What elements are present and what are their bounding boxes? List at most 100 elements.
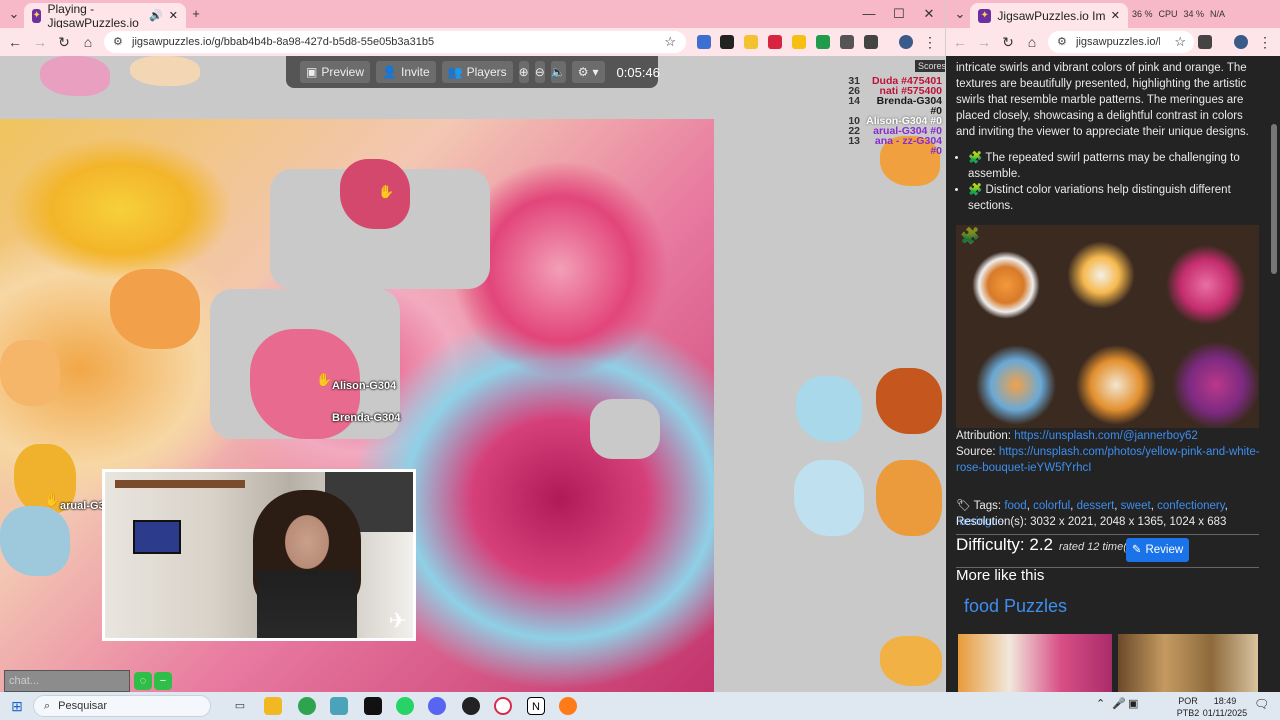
loose-piece[interactable] [796, 376, 862, 442]
source-link[interactable]: https://unsplash.com/photos/yellow-pink-… [956, 446, 1260, 474]
tab-close-icon[interactable]: ✕ [1111, 9, 1120, 22]
chat-input[interactable]: chat... [4, 670, 130, 692]
notion-icon[interactable]: N [527, 697, 545, 715]
file-explorer-icon[interactable] [264, 697, 282, 715]
extension-4-icon[interactable] [768, 35, 782, 49]
page-scrollbar[interactable] [1270, 60, 1278, 690]
discord-icon[interactable] [428, 697, 446, 715]
food-puzzles-link[interactable]: food Puzzles [964, 597, 1067, 615]
forward-arrow-icon[interactable]: → [32, 34, 48, 50]
taskbar-search[interactable]: ⌕ Pesquisar [33, 695, 211, 717]
extension-7-icon[interactable] [840, 35, 854, 49]
preview-button[interactable]: ▣ Preview [300, 61, 371, 83]
notifications-icon[interactable]: 🗨 [1254, 698, 1269, 710]
window-minimize-button[interactable]: — [861, 6, 877, 22]
windows-taskbar: ⊞ ⌕ Pesquisar ▭ N ⌃ 🎤 ▣ POR PTB2 18:49 0… [0, 692, 1280, 720]
extension-3-icon[interactable] [744, 35, 758, 49]
tab-audio-icon[interactable]: 🔊 [149, 9, 163, 22]
device-icon[interactable]: ▣ [1128, 698, 1138, 710]
review-button[interactable]: ✎ Review [1126, 538, 1189, 562]
tab-search-chevron-icon[interactable]: ⌄ [952, 6, 968, 22]
tag-link[interactable]: confectionery [1157, 500, 1225, 512]
tag-link[interactable]: colorful [1033, 500, 1070, 512]
zoom-out-icon: ⊖ [534, 65, 545, 79]
zoom-in-button[interactable]: ⊕ [518, 61, 529, 83]
address-bar[interactable]: ⚙ jigsawpuzzles.io/g/bbab4b4b-8a98-427d-… [104, 31, 686, 53]
browser-menu-icon[interactable]: ⋮ [922, 34, 938, 50]
puzzle-tips-list: 🧩 The repeated swirl patterns may be cha… [968, 150, 1258, 214]
puzzle-game-area[interactable]: ✋ ✋ Alison-G304 Brenda-G304 ✋ arual-G3 ▣… [0, 56, 945, 692]
home-icon[interactable]: ⌂ [1024, 34, 1040, 50]
back-arrow-icon[interactable]: ← [7, 34, 23, 50]
loose-piece[interactable] [40, 56, 110, 96]
new-tab-button[interactable]: + [188, 6, 204, 22]
related-puzzle-thumb[interactable] [958, 634, 1112, 692]
tag-link[interactable]: sweet [1121, 500, 1151, 512]
app-icon[interactable] [364, 697, 382, 715]
language-indicator[interactable]: POR PTB2 [1176, 695, 1200, 719]
related-puzzle-thumb[interactable] [1118, 634, 1258, 692]
bookmark-star-icon[interactable]: ☆ [1174, 34, 1186, 50]
zoom-out-button[interactable]: ⊖ [534, 61, 545, 83]
app-icon[interactable] [330, 697, 348, 715]
tab-jigsaw-image[interactable]: ✦ JigsawPuzzles.io Image - Vibra ✕ [970, 3, 1128, 28]
loose-piece[interactable] [876, 460, 942, 536]
clock[interactable]: 18:49 01/11/2025 [1200, 695, 1250, 719]
tag-link[interactable]: food [1004, 500, 1026, 512]
reload-icon[interactable]: ↻ [56, 34, 72, 50]
moving-piece[interactable] [340, 159, 410, 229]
jigsaw-favicon-icon: ✦ [978, 8, 992, 23]
site-info-icon[interactable]: ⚙ [113, 35, 123, 48]
extension-2-icon[interactable] [720, 35, 734, 49]
loose-piece[interactable] [0, 340, 60, 406]
chat-bubble-button[interactable]: ◌ [134, 672, 152, 690]
reload-icon[interactable]: ↻ [1000, 34, 1016, 50]
tab-playing-jigsaw[interactable]: ✦ Playing - JigsawPuzzles.io 🔊 ✕ [24, 2, 186, 30]
home-icon[interactable]: ⌂ [80, 34, 96, 50]
obs-icon[interactable] [462, 697, 480, 715]
attribution-label: Attribution: [956, 430, 1011, 442]
attribution-link[interactable]: https://unsplash.com/@jannerboy62 [1014, 430, 1198, 442]
whatsapp-icon[interactable] [396, 697, 414, 715]
tab-search-chevron-icon[interactable]: ⌄ [6, 6, 22, 22]
profile-avatar[interactable] [899, 35, 913, 49]
extensions-puzzle-icon[interactable] [1198, 35, 1212, 49]
scrollbar-thumb[interactable] [1271, 124, 1277, 274]
chat-minus-button[interactable]: − [154, 672, 172, 690]
players-button[interactable]: 👥 Players [441, 61, 513, 83]
forward-arrow-icon[interactable]: → [976, 34, 992, 50]
extension-1-icon[interactable] [697, 35, 711, 49]
invite-button[interactable]: 👤 Invite [376, 61, 436, 83]
settings-button[interactable]: ⚙ ▾ [571, 61, 605, 83]
window-maximize-button[interactable]: ☐ [891, 6, 907, 22]
extensions-puzzle-icon[interactable] [864, 35, 878, 49]
site-info-icon[interactable]: ⚙ [1057, 35, 1067, 48]
scores-tooltip: Scores [915, 60, 945, 72]
extension-5-icon[interactable] [792, 35, 806, 49]
loose-piece[interactable] [880, 636, 942, 686]
loose-piece[interactable] [0, 506, 70, 576]
tag-link[interactable]: dessert [1077, 500, 1115, 512]
task-view-icon[interactable]: ▭ [231, 697, 249, 715]
window-close-button[interactable]: ✕ [921, 6, 937, 22]
tab-close-icon[interactable]: ✕ [169, 9, 178, 22]
sound-button[interactable]: 🔈 [550, 61, 566, 83]
bookmark-star-icon[interactable]: ☆ [664, 34, 676, 50]
puzzle-piece-icon: 🧩 [960, 228, 980, 245]
browser-menu-icon[interactable]: ⋮ [1257, 34, 1273, 50]
loose-piece[interactable] [876, 368, 942, 434]
opera-icon[interactable] [494, 697, 512, 715]
firefox-icon[interactable] [559, 697, 577, 715]
extension-6-icon[interactable] [816, 35, 830, 49]
meringue-preview-image[interactable]: 🧩 [956, 225, 1259, 428]
back-arrow-icon[interactable]: ← [952, 34, 968, 50]
loose-piece[interactable] [130, 56, 200, 86]
moving-piece[interactable] [110, 269, 200, 349]
windows-start-icon[interactable]: ⊞ [8, 697, 26, 715]
tray-chevron-icon[interactable]: ⌃ [1096, 698, 1105, 710]
profile-avatar[interactable] [1234, 35, 1248, 49]
loose-piece[interactable] [794, 460, 864, 536]
address-bar[interactable]: ⚙ jigsawpuzzles.io/b... ☆ [1048, 31, 1194, 53]
microphone-icon[interactable]: 🎤 [1112, 698, 1126, 710]
chrome-icon[interactable] [298, 697, 316, 715]
